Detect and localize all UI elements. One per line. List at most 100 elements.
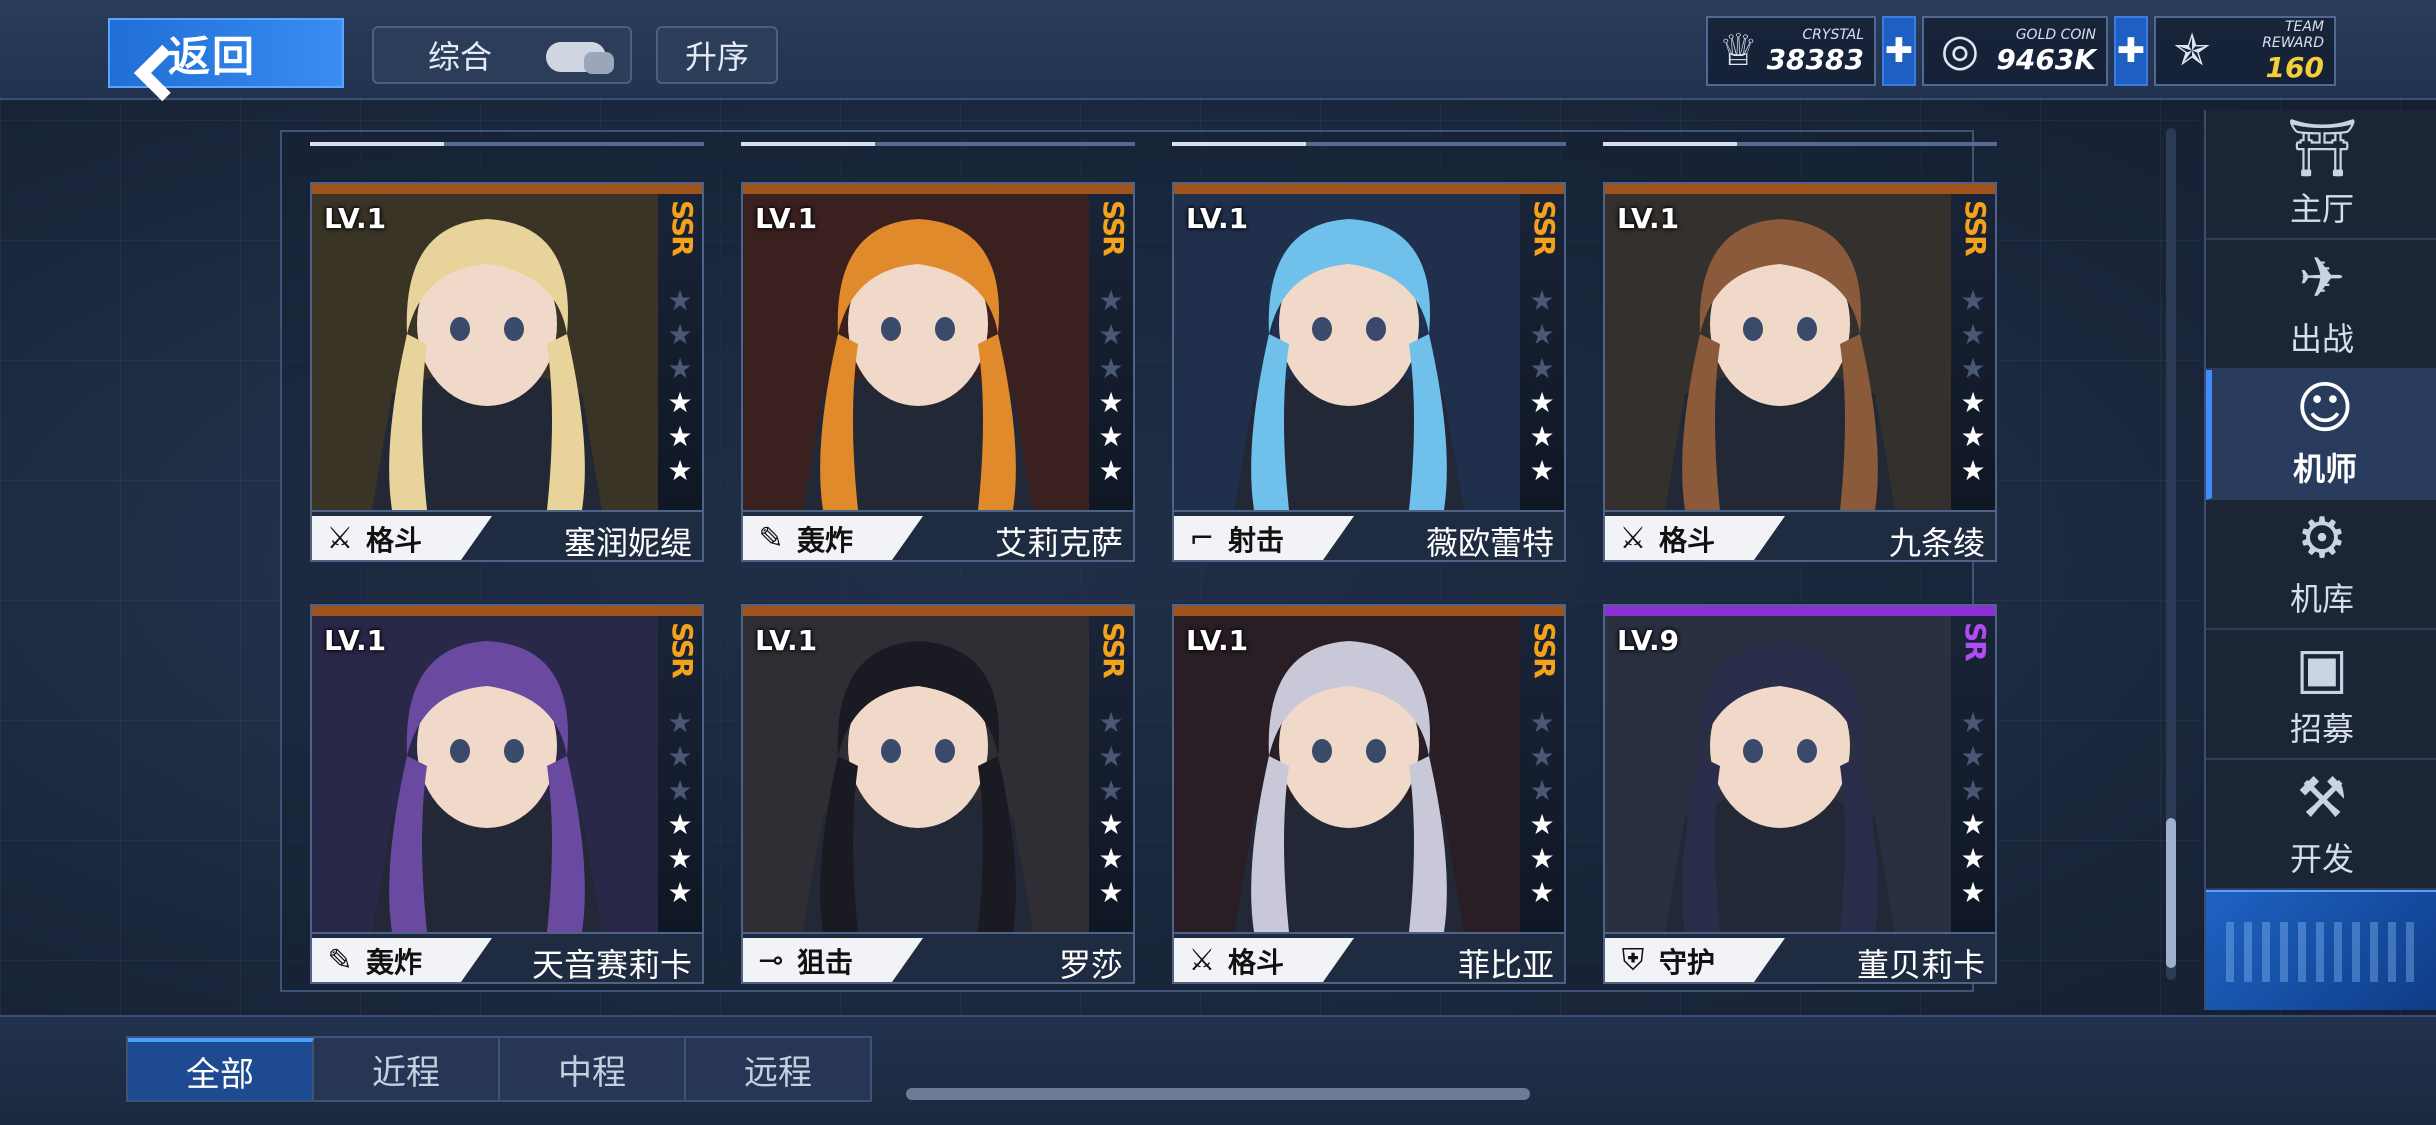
class-label: 格斗 — [1228, 946, 1285, 979]
nav-item[interactable]: ⚙ 机库 — [2206, 500, 2436, 630]
cannon-icon: ✎ — [327, 943, 353, 978]
card-footer: ⛨ 守护 董贝莉卡 — [1605, 932, 1995, 984]
star-icon: ★ — [1960, 454, 1986, 487]
star-icon: ★ — [1529, 420, 1555, 453]
pilot-card[interactable]: LV.1 SSR ★ ★ ★ ★ ★ ★ ⚔ 格斗 菲比亚 — [1172, 604, 1566, 984]
rarity-label: SSR — [666, 622, 699, 677]
rifle-icon: ⌐ — [1189, 521, 1215, 556]
star-icon: ★ — [1960, 386, 1986, 419]
pilot-level: LV.1 — [1186, 202, 1249, 235]
star-icon: ★ — [1529, 876, 1555, 909]
star-icon: ★ — [1529, 842, 1555, 875]
pilot-name: 九条绫 — [1888, 524, 1985, 562]
pilot-name: 艾莉克萨 — [994, 524, 1123, 562]
star-rating: ★ ★ ★ ★ ★ ★ — [1526, 284, 1558, 488]
team-reward-label: TEAM REWARD — [2262, 18, 2324, 51]
team-reward-value: 160 — [2265, 50, 2324, 84]
filter-tab[interactable]: 中程 — [500, 1038, 686, 1100]
star-icon: ★ — [1529, 774, 1555, 807]
pilot-name: 天音赛莉卡 — [531, 946, 692, 984]
sort-toggle-icon — [546, 42, 614, 74]
star-icon: ★ — [667, 842, 693, 875]
pilot-name: 塞润妮缇 — [563, 524, 692, 562]
top-bar: 返回 综合 升序 ♕ CRYSTAL 38383 ✚ ◎ GOLD COIN 9… — [0, 0, 2436, 100]
pilot-portrait — [1605, 194, 1955, 510]
rarity-strip — [743, 184, 1133, 194]
pilot-portrait — [312, 616, 662, 932]
pilot-card[interactable]: LV.1 SSR ★ ★ ★ ★ ★ ★ ✎ 轰炸 艾莉克萨 — [741, 182, 1135, 562]
class-label: 格斗 — [366, 524, 423, 557]
range-filter-tabs: 全部 近程 中程 远程 — [126, 1036, 872, 1102]
back-button[interactable]: 返回 — [108, 18, 344, 88]
card-footer: ✎ 轰炸 艾莉克萨 — [743, 510, 1133, 562]
pilot-card[interactable]: LV.1 SSR ★ ★ ★ ★ ★ ★ ⚔ 格斗 塞润妮缇 — [310, 182, 704, 562]
nav-label: 主厅 — [2289, 190, 2354, 228]
nav-item[interactable]: ✈ 出战 — [2206, 240, 2436, 370]
pilot-portrait — [743, 616, 1093, 932]
rank-column: SSR ★ ★ ★ ★ ★ ★ — [1951, 194, 1995, 510]
pilot-portrait — [1174, 616, 1524, 932]
star-icon: ★ — [667, 774, 693, 807]
add-crystal-button[interactable]: ✚ — [1882, 16, 1916, 86]
class-label: 轰炸 — [366, 946, 423, 979]
pilot-icon: ☺ — [2295, 376, 2355, 441]
sort-dropdown[interactable]: 综合 — [372, 26, 632, 84]
card-footer: ⊸ 狙击 罗莎 — [743, 932, 1133, 984]
order-button[interactable]: 升序 — [656, 26, 778, 84]
add-gold-button[interactable]: ✚ — [2114, 16, 2148, 86]
card-footer: ⚔ 格斗 九条绫 — [1605, 510, 1995, 562]
nav-item[interactable]: ⚒ 开发 — [2206, 760, 2436, 890]
card-footer: ⚔ 格斗 菲比亚 — [1174, 932, 1564, 982]
rarity-label: SSR — [1528, 200, 1561, 255]
star-icon: ★ — [1098, 284, 1124, 317]
rarity-label: SSR — [1528, 622, 1561, 677]
star-icon: ★ — [1960, 706, 1986, 739]
star-icon: ★ — [1529, 740, 1555, 773]
pilot-name: 董贝莉卡 — [1856, 946, 1985, 984]
pilot-card[interactable]: LV.1 SSR ★ ★ ★ ★ ★ ★ ⚔ 格斗 九条绫 — [1603, 182, 1997, 562]
gold-coin-counter: ◎ GOLD COIN 9463K — [1922, 16, 2108, 86]
grid-scrollbar[interactable] — [2166, 128, 2176, 980]
rarity-strip — [743, 606, 1133, 616]
pilot-name: 罗莎 — [1058, 946, 1123, 984]
rank-column: SSR ★ ★ ★ ★ ★ ★ — [1520, 616, 1564, 932]
class-tag: ⚔ 格斗 — [1174, 938, 1354, 982]
rank-column: SSR ★ ★ ★ ★ ★ ★ — [1520, 194, 1564, 510]
nav-item[interactable]: ☺ 机师 — [2206, 370, 2436, 500]
class-tag: ⚔ 格斗 — [1605, 516, 1785, 560]
prev-row-bar — [310, 142, 704, 146]
class-label: 守护 — [1659, 946, 1716, 979]
filter-tab[interactable]: 远程 — [686, 1038, 870, 1100]
tab-label: 远程 — [744, 1052, 812, 1093]
promo-banner[interactable] — [2206, 890, 2436, 1010]
star-icon: ★ — [1960, 808, 1986, 841]
pilot-portrait — [743, 194, 1093, 510]
star-icon: ★ — [667, 352, 693, 385]
filter-tab[interactable]: 近程 — [314, 1038, 500, 1100]
battle-icon: ✈ — [2298, 246, 2346, 311]
prev-row-bar — [1172, 142, 1566, 146]
pilot-portrait — [312, 194, 662, 510]
star-icon: ★ — [1960, 420, 1986, 453]
scroll-thumb[interactable] — [2166, 818, 2176, 968]
rarity-strip — [1605, 606, 1995, 616]
team-reward-icon: ✯ — [2173, 25, 2211, 76]
recruit-icon: ▣ — [2295, 636, 2349, 701]
filter-tab[interactable]: 全部 — [128, 1038, 314, 1100]
chevron-left-icon — [122, 25, 162, 81]
pilot-card[interactable]: LV.1 SSR ★ ★ ★ ★ ★ ★ ⊸ 狙击 罗莎 — [741, 604, 1135, 984]
swords-icon: ⚔ — [1619, 521, 1647, 556]
star-rating: ★ ★ ★ ★ ★ ★ — [664, 284, 696, 488]
tab-label: 近程 — [372, 1052, 440, 1093]
home-indicator[interactable] — [906, 1088, 1530, 1100]
pilot-card[interactable]: LV.1 SSR ★ ★ ★ ★ ★ ★ ⌐ 射击 薇欧蕾特 — [1172, 182, 1566, 562]
star-icon: ★ — [1529, 454, 1555, 487]
rank-column: SR ★ ★ ★ ★ ★ ★ — [1951, 616, 1995, 932]
pilot-card[interactable]: LV.1 SSR ★ ★ ★ ★ ★ ★ ✎ 轰炸 天音赛莉卡 — [310, 604, 704, 984]
nav-item[interactable]: ⛩ 主厅 — [2206, 110, 2436, 240]
star-icon: ★ — [1098, 842, 1124, 875]
pilot-card[interactable]: LV.9 SR ★ ★ ★ ★ ★ ★ ⛨ 守护 董贝莉卡 — [1603, 604, 1997, 984]
nav-item[interactable]: ▣ 招募 — [2206, 630, 2436, 760]
pilot-name: 薇欧蕾特 — [1425, 524, 1554, 562]
star-rating: ★ ★ ★ ★ ★ ★ — [1095, 706, 1127, 910]
